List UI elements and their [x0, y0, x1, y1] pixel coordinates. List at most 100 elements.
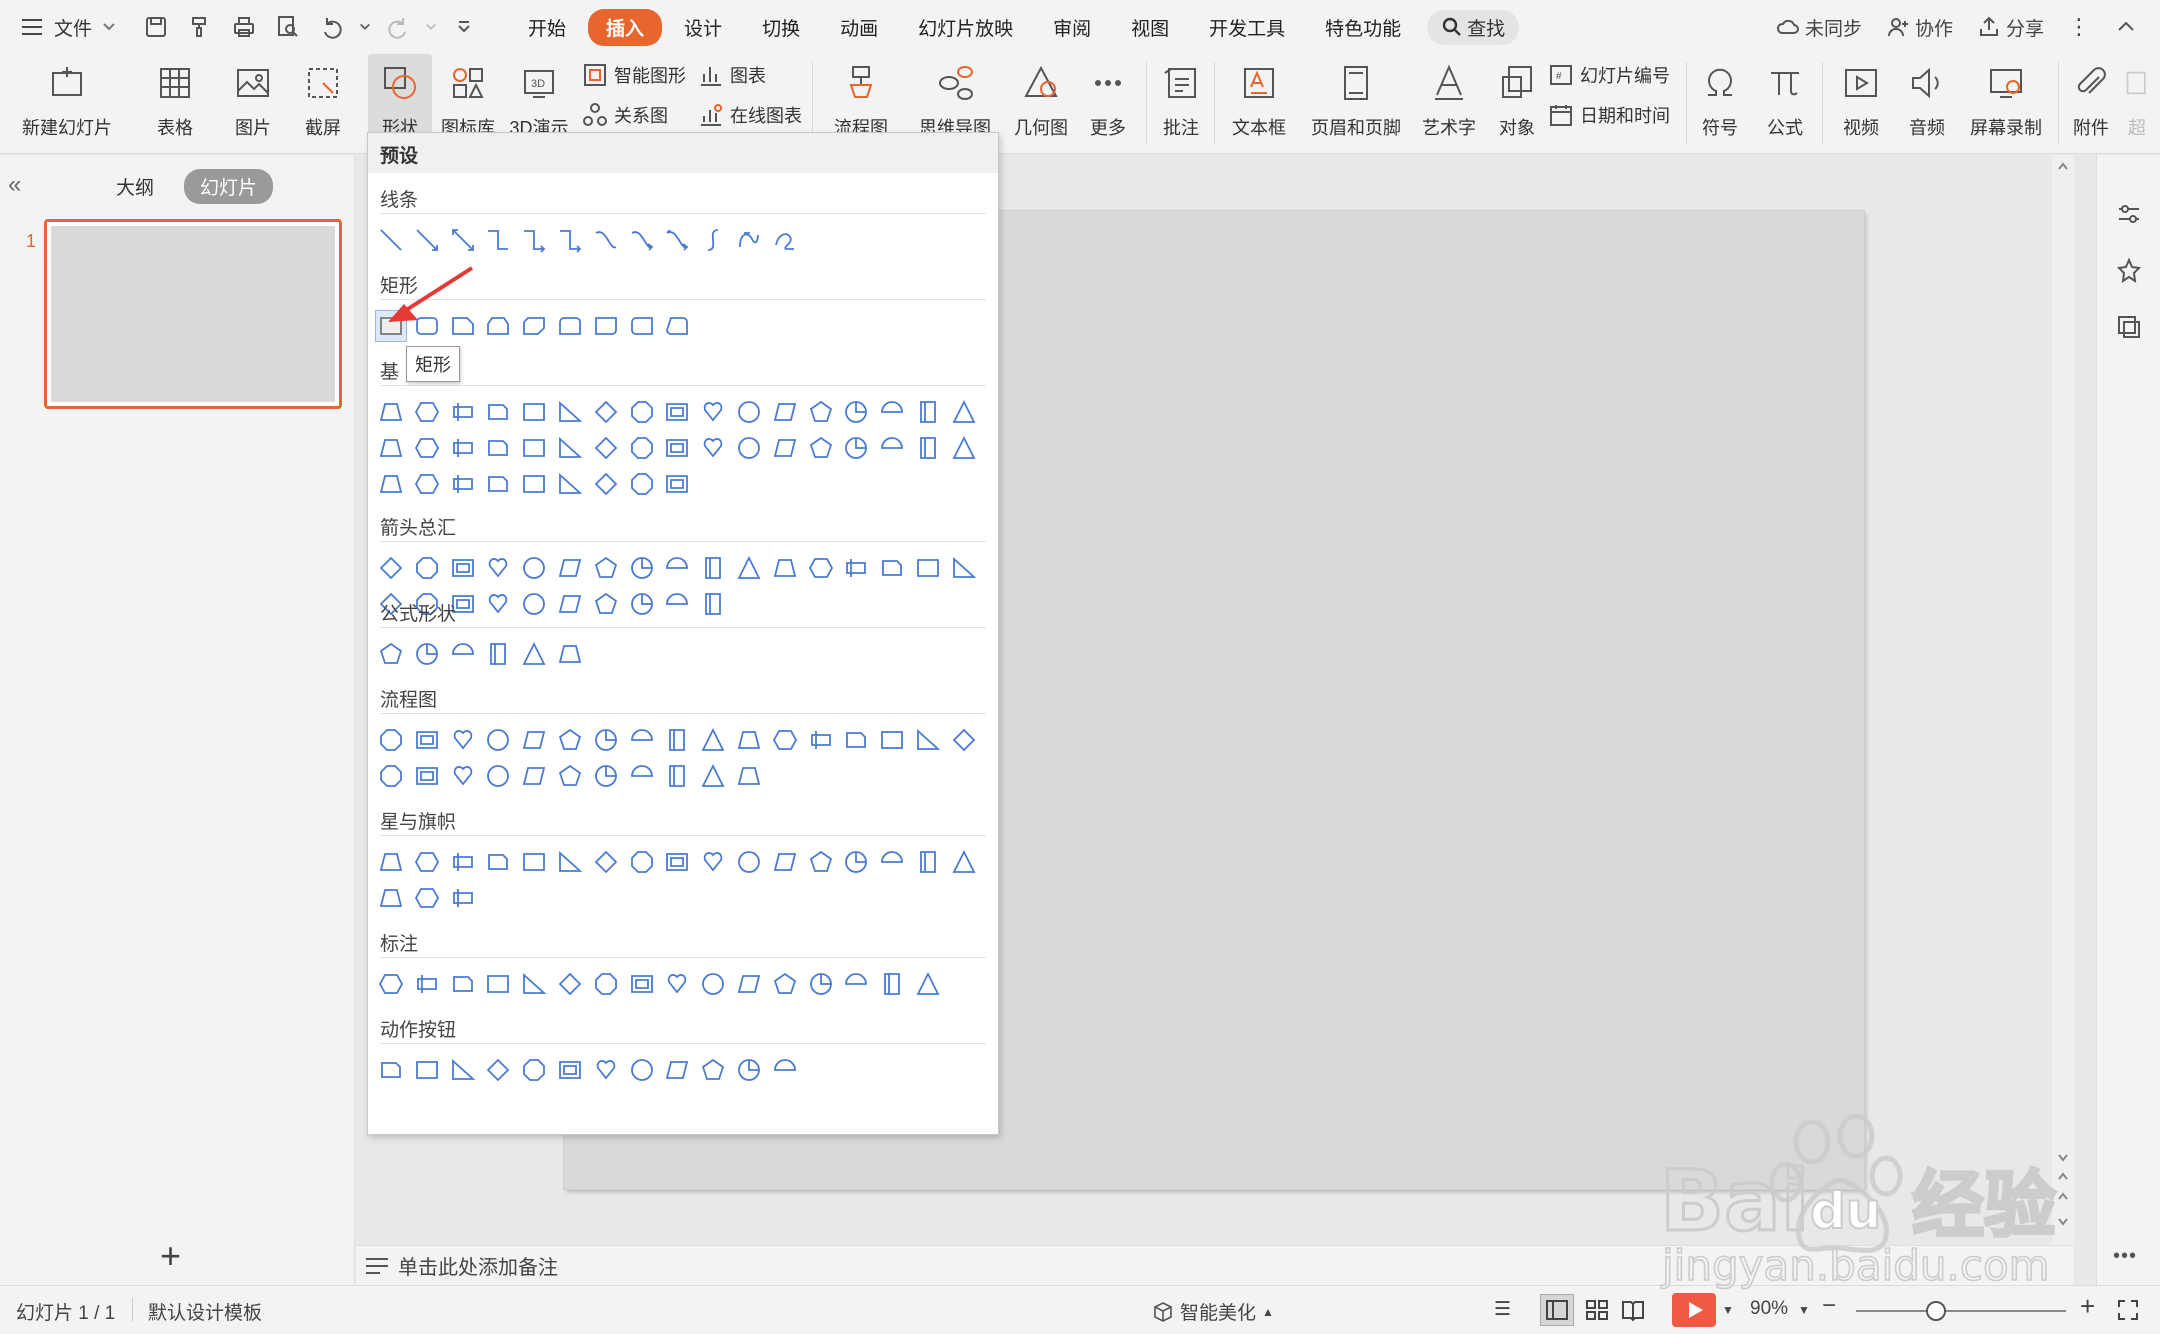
save-button[interactable]: [136, 7, 176, 47]
header-footer-button[interactable]: 页眉和页脚: [1306, 54, 1406, 154]
shape-flowchart-18[interactable]: [376, 761, 406, 791]
shape-stars-18[interactable]: [376, 883, 406, 913]
geometry-button[interactable]: 几何图: [1010, 54, 1072, 154]
tab-review[interactable]: 审阅: [1035, 9, 1109, 46]
redo-dropdown[interactable]: [422, 7, 440, 47]
shape-basic-3[interactable]: [448, 397, 478, 427]
shape-basic-22[interactable]: [519, 433, 549, 463]
shape-action-buttons-1[interactable]: [376, 1055, 406, 1085]
zoom-in-button[interactable]: +: [2080, 1291, 2095, 1322]
shape-callouts-16[interactable]: [913, 969, 943, 999]
tab-slides[interactable]: 幻灯片: [184, 169, 274, 204]
shape-rectangles-5[interactable]: [519, 311, 549, 341]
shape-rectangles-7[interactable]: [591, 311, 621, 341]
shape-basic-17[interactable]: [949, 397, 979, 427]
sorter-view-button[interactable]: [1584, 1298, 1610, 1328]
format-painter-button[interactable]: [180, 7, 220, 47]
new-slide-button[interactable]: 新建幻灯片: [12, 54, 122, 154]
shape-stars-1[interactable]: [376, 847, 406, 877]
audio-button[interactable]: 音频: [1900, 54, 1954, 154]
shape-formula-5[interactable]: [519, 639, 549, 669]
shape-lines-11[interactable]: [734, 225, 764, 255]
tab-outline[interactable]: 大纲: [100, 169, 170, 204]
shape-stars-17[interactable]: [949, 847, 979, 877]
shape-rectangles-6[interactable]: [555, 311, 585, 341]
shape-flowchart-14[interactable]: [841, 725, 871, 755]
shape-lines-5[interactable]: [519, 225, 549, 255]
shape-action-buttons-5[interactable]: [519, 1055, 549, 1085]
print-preview-button[interactable]: [268, 7, 308, 47]
shape-callouts-12[interactable]: [770, 969, 800, 999]
shape-basic-21[interactable]: [483, 433, 513, 463]
shape-arrows-3[interactable]: [448, 553, 478, 583]
shape-arrows-2[interactable]: [412, 553, 442, 583]
shape-basic-39[interactable]: [519, 469, 549, 499]
shape-arrows-12[interactable]: [770, 553, 800, 583]
shape-lines-1[interactable]: [376, 225, 406, 255]
shape-basic-6[interactable]: [555, 397, 585, 427]
shape-stars-9[interactable]: [662, 847, 692, 877]
tab-design[interactable]: 设计: [666, 9, 740, 46]
comment-button[interactable]: 批注: [1156, 54, 1206, 154]
shape-formula-3[interactable]: [448, 639, 478, 669]
shape-arrows-9[interactable]: [662, 553, 692, 583]
favorites-button[interactable]: [2115, 257, 2143, 285]
shape-basic-2[interactable]: [412, 397, 442, 427]
shape-action-buttons-2[interactable]: [412, 1055, 442, 1085]
shape-lines-3[interactable]: [448, 225, 478, 255]
shape-flowchart-12[interactable]: [770, 725, 800, 755]
more-button[interactable]: 更多: [1080, 54, 1136, 154]
shape-arrows-4[interactable]: [483, 553, 513, 583]
overflow-button[interactable]: 超: [2122, 54, 2152, 154]
shape-flowchart-4[interactable]: [483, 725, 513, 755]
shape-flowchart-15[interactable]: [877, 725, 907, 755]
shape-basic-19[interactable]: [412, 433, 442, 463]
shape-flowchart-8[interactable]: [627, 725, 657, 755]
file-menu[interactable]: 文件: [0, 0, 130, 54]
shape-basic-23[interactable]: [555, 433, 585, 463]
tab-transitions[interactable]: 切换: [744, 9, 818, 46]
shape-lines-7[interactable]: [591, 225, 621, 255]
shape-lines-8[interactable]: [627, 225, 657, 255]
shape-flowchart-24[interactable]: [591, 761, 621, 791]
shape-formula-1[interactable]: [376, 639, 406, 669]
shape-basic-10[interactable]: [698, 397, 728, 427]
shape-lines-10[interactable]: [698, 225, 728, 255]
shape-basic-15[interactable]: [877, 397, 907, 427]
shape-basic-11[interactable]: [734, 397, 764, 427]
normal-view-button[interactable]: [1540, 1294, 1574, 1326]
tab-animations[interactable]: 动画: [822, 9, 896, 46]
screen-record-button[interactable]: 屏幕录制: [1964, 54, 2048, 154]
shape-basic-31[interactable]: [841, 433, 871, 463]
shape-stars-2[interactable]: [412, 847, 442, 877]
shape-stars-20[interactable]: [448, 883, 478, 913]
shape-stars-4[interactable]: [483, 847, 513, 877]
shape-flowchart-27[interactable]: [698, 761, 728, 791]
smart-shape-button[interactable]: 智能图形: [582, 62, 686, 88]
shape-stars-12[interactable]: [770, 847, 800, 877]
shape-action-buttons-3[interactable]: [448, 1055, 478, 1085]
shape-flowchart-13[interactable]: [806, 725, 836, 755]
wordart-button[interactable]: 艺术字: [1414, 54, 1484, 154]
shape-arrows-15[interactable]: [877, 553, 907, 583]
shape-flowchart-25[interactable]: [627, 761, 657, 791]
shape-flowchart-2[interactable]: [412, 725, 442, 755]
shape-basic-26[interactable]: [662, 433, 692, 463]
shape-basic-34[interactable]: [949, 433, 979, 463]
shape-basic-32[interactable]: [877, 433, 907, 463]
slide-number-button[interactable]: # 幻灯片编号: [1548, 62, 1670, 88]
shape-flowchart-16[interactable]: [913, 725, 943, 755]
shape-basic-38[interactable]: [483, 469, 513, 499]
shape-stars-19[interactable]: [412, 883, 442, 913]
shape-arrows-10[interactable]: [698, 553, 728, 583]
zoom-out-button[interactable]: −: [1822, 1292, 1836, 1320]
shape-flowchart-10[interactable]: [698, 725, 728, 755]
shape-flowchart-19[interactable]: [412, 761, 442, 791]
zoom-slider-thumb[interactable]: [1925, 1301, 1946, 1321]
shape-callouts-5[interactable]: [519, 969, 549, 999]
play-slideshow-button[interactable]: [1672, 1293, 1716, 1327]
symbol-button[interactable]: 符号: [1694, 54, 1746, 154]
shape-lines-9[interactable]: [662, 225, 692, 255]
chart-button[interactable]: 图表: [698, 62, 766, 88]
shape-basic-12[interactable]: [770, 397, 800, 427]
